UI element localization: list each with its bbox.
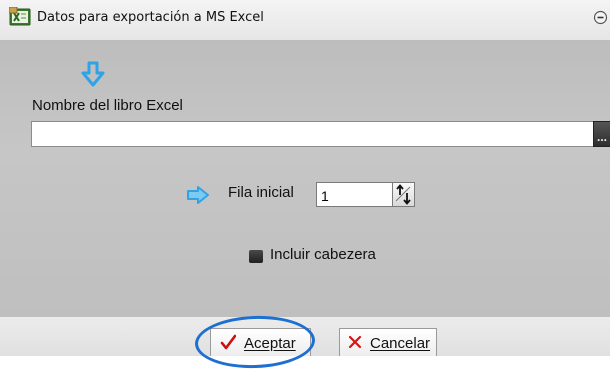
excel-app-icon [9, 7, 31, 26]
book-name-input[interactable] [31, 121, 593, 147]
include-header-label[interactable]: Incluir cabezera [270, 246, 376, 263]
arrow-right-icon [187, 186, 209, 204]
start-row-spinner[interactable] [392, 182, 415, 207]
spinner-arrows-icon [395, 184, 411, 205]
start-row-label: Fila inicial [228, 184, 294, 201]
export-dialog: Datos para exportación a MS Excel Nombre… [0, 0, 610, 370]
book-name-label: Nombre del libro Excel [32, 97, 183, 114]
cancel-button[interactable]: Cancelar [339, 328, 437, 356]
accept-button[interactable]: Aceptar [210, 328, 311, 356]
arrow-down-icon [81, 61, 105, 87]
cross-icon [348, 335, 362, 349]
browse-button[interactable]: ... [593, 121, 610, 147]
start-row-input[interactable] [316, 182, 392, 207]
accept-button-label: Aceptar [244, 335, 296, 352]
cancel-button-label: Cancelar [370, 335, 431, 352]
include-header-checkbox[interactable] [249, 250, 263, 263]
title-bar[interactable]: Datos para exportación a MS Excel [0, 0, 610, 41]
checkmark-icon [220, 334, 236, 350]
window-title: Datos para exportación a MS Excel [37, 10, 264, 25]
collapse-circle-icon[interactable] [593, 10, 608, 25]
